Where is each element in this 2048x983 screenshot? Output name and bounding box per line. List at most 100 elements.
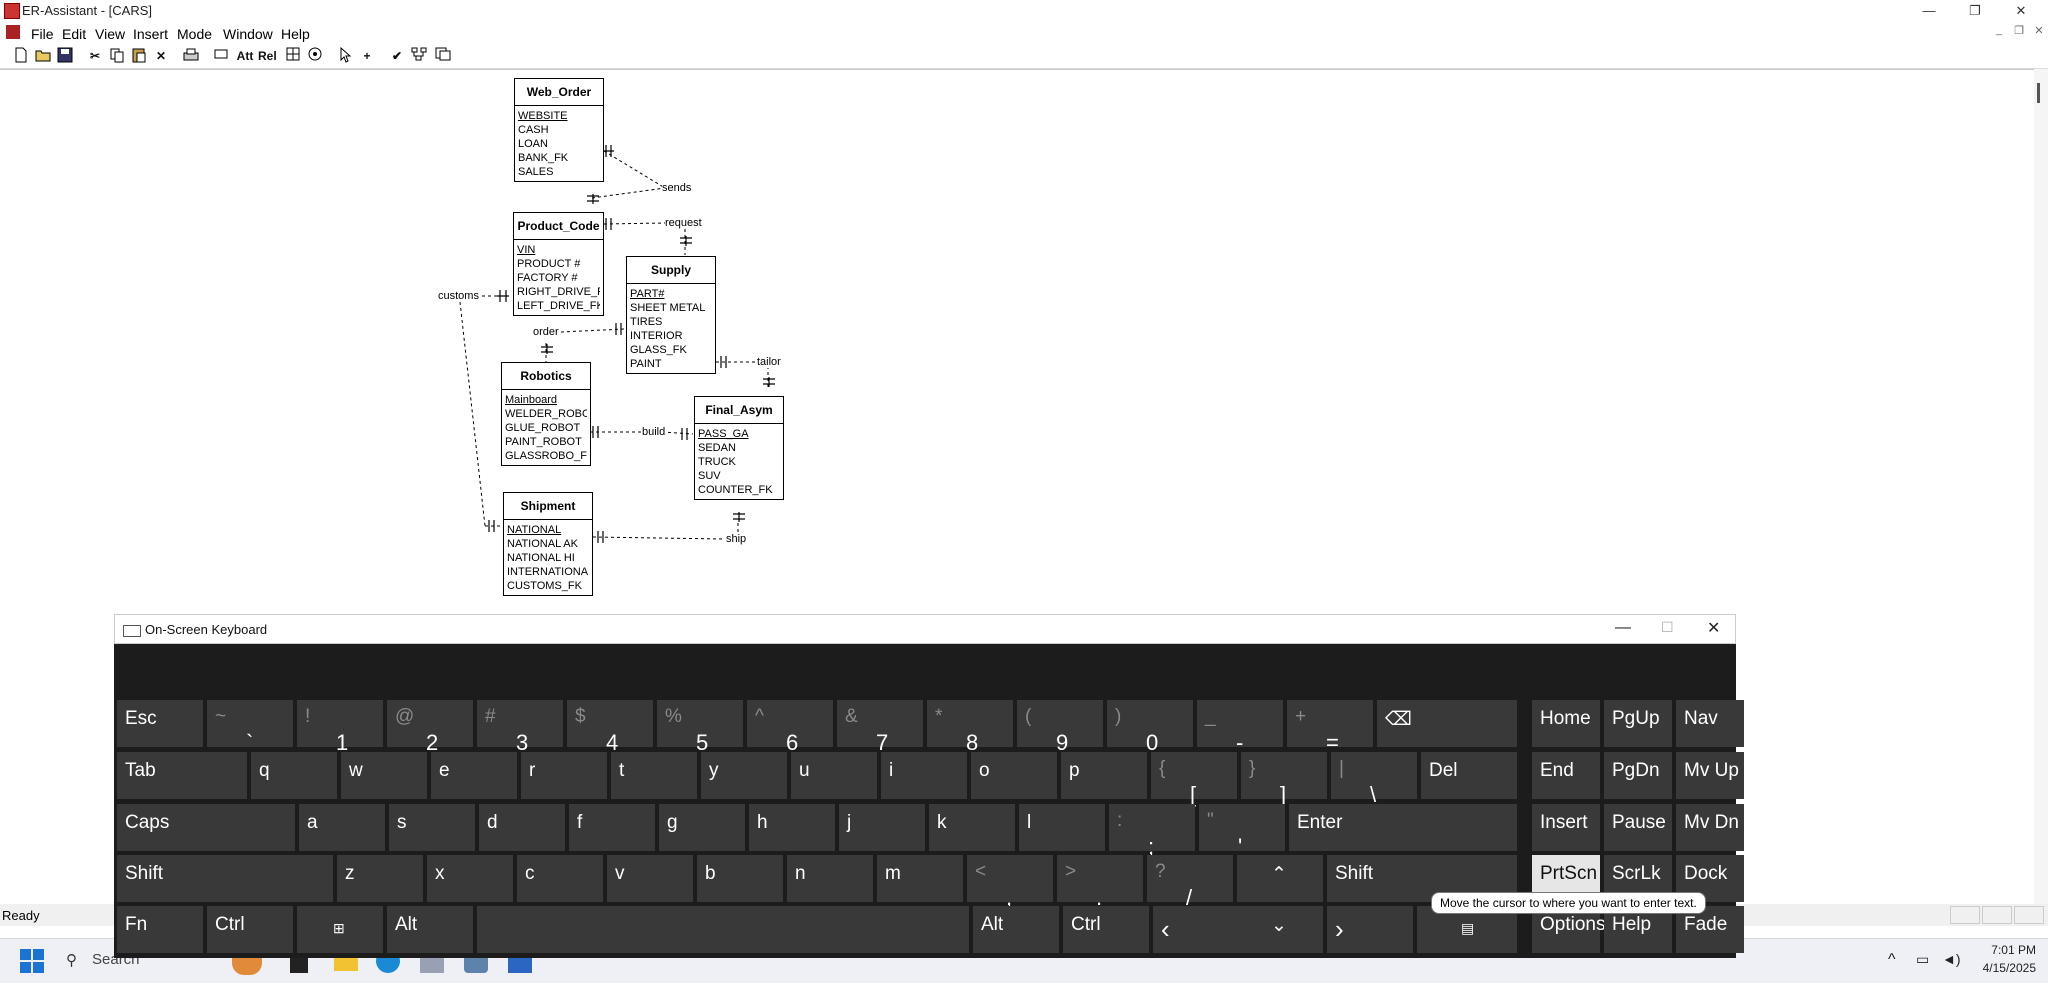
entity-web-order[interactable]: Web_Order WEBSITE CASH LOAN BANK_FK SALE… xyxy=(514,78,604,182)
menu-insert[interactable]: Insert xyxy=(129,24,172,44)
key-ctrl-right[interactable]: Ctrl xyxy=(1063,906,1149,953)
paste-icon[interactable] xyxy=(130,47,148,65)
key-w[interactable]: w xyxy=(341,752,427,799)
clock-time[interactable]: 7:01 PM xyxy=(1966,943,2036,957)
layout-icon[interactable] xyxy=(410,47,428,65)
key-r[interactable]: r xyxy=(521,752,607,799)
minimize-button[interactable]: — xyxy=(1906,0,1952,22)
key-bracket-0[interactable]: {[ xyxy=(1151,752,1237,807)
key-h[interactable]: h xyxy=(749,804,835,851)
key-shift-left[interactable]: Shift xyxy=(117,855,333,902)
key-ctrl-left[interactable]: Ctrl xyxy=(207,906,293,953)
key-d[interactable]: d xyxy=(479,804,565,851)
close-button[interactable]: ✕ xyxy=(1998,0,2044,22)
menu-help[interactable]: Help xyxy=(277,24,314,44)
key-punct-0[interactable]: :; xyxy=(1109,804,1195,859)
key-q[interactable]: q xyxy=(251,752,337,799)
relationship-build[interactable]: build xyxy=(642,426,666,438)
entity-shipment[interactable]: Shipment NATIONAL NATIONAL AK NATIONAL H… xyxy=(503,492,593,596)
cut-icon[interactable]: ✂ xyxy=(86,47,104,65)
pointer-icon[interactable] xyxy=(336,46,354,65)
key-digit-7[interactable]: & 7 xyxy=(837,700,923,755)
key-tab[interactable]: Tab xyxy=(117,752,247,799)
volume-icon[interactable]: ◄) xyxy=(1942,951,1961,967)
copy-icon[interactable] xyxy=(108,47,126,65)
entity-robotics[interactable]: Robotics Mainboard WELDER_ROBOT GLUE_ROB… xyxy=(501,362,591,466)
menu-mode[interactable]: Mode xyxy=(173,24,216,44)
key-mvdn[interactable]: Mv Dn xyxy=(1676,804,1744,851)
relationship-ship[interactable]: ship xyxy=(726,533,747,545)
key-digit-10[interactable]: ) 0 xyxy=(1107,700,1193,755)
attribute-tool-button[interactable]: Att xyxy=(236,47,254,65)
info-tool-icon[interactable] xyxy=(306,47,324,65)
relationship-sends[interactable]: sends xyxy=(662,182,692,194)
mdi-restore-button[interactable]: ❐ xyxy=(2008,24,2030,38)
relationship-request[interactable]: request xyxy=(665,217,702,229)
restore-button[interactable]: ❐ xyxy=(1952,0,1998,22)
key-p[interactable]: p xyxy=(1061,752,1147,799)
entity-tool-icon[interactable] xyxy=(212,47,230,65)
osk-minimize-button[interactable]: — xyxy=(1615,619,1631,637)
key-j[interactable]: j xyxy=(839,804,925,851)
key-digit-8[interactable]: * 8 xyxy=(927,700,1013,755)
key-space[interactable] xyxy=(477,906,969,953)
key-x[interactable]: x xyxy=(427,855,513,902)
save-icon[interactable] xyxy=(56,47,74,65)
key-pause[interactable]: Pause xyxy=(1604,804,1672,851)
key-caps[interactable]: Caps xyxy=(117,804,295,851)
key-l[interactable]: l xyxy=(1019,804,1105,851)
key-alt-right[interactable]: Alt xyxy=(973,906,1059,953)
print-icon[interactable] xyxy=(182,47,200,65)
key-home[interactable]: Home xyxy=(1532,700,1600,747)
report-icon[interactable] xyxy=(434,47,452,65)
key-mvup[interactable]: Mv Up xyxy=(1676,752,1744,799)
key-nav[interactable]: Nav xyxy=(1676,700,1744,747)
menu-edit[interactable]: Edit xyxy=(58,24,90,44)
vertical-scrollbar[interactable] xyxy=(2034,69,2048,904)
key-punct-1[interactable]: " ' xyxy=(1199,804,1285,859)
osk-maximize-button[interactable]: ☐ xyxy=(1661,619,1674,636)
windows-start-icon[interactable] xyxy=(20,949,44,973)
key-bracket-1[interactable]: }] xyxy=(1241,752,1327,807)
key-u[interactable]: u xyxy=(791,752,877,799)
key-digit-0[interactable]: ~ ` xyxy=(207,700,293,755)
relationship-tailor[interactable]: tailor xyxy=(757,356,781,368)
key-digit-2[interactable]: @2 xyxy=(387,700,473,755)
chevron-up-icon[interactable]: ^ xyxy=(1888,951,1896,969)
key-b[interactable]: b xyxy=(697,855,783,902)
key-digit-3[interactable]: #3 xyxy=(477,700,563,755)
key-bracket-2[interactable]: | \ xyxy=(1331,752,1417,807)
key-arrow-right[interactable]: › xyxy=(1327,906,1413,953)
scrollbar-thumb[interactable] xyxy=(2037,83,2040,103)
key-arrow-up[interactable]: ⌃ xyxy=(1237,855,1323,902)
relationship-order[interactable]: order xyxy=(533,326,559,338)
key-arrow-left[interactable]: ‹ xyxy=(1153,906,1239,953)
mdi-close-button[interactable]: ✕ xyxy=(2028,24,2048,38)
key-enter[interactable]: Enter xyxy=(1289,804,1517,851)
key-f[interactable]: f xyxy=(569,804,655,851)
key-windows[interactable]: ⊞ xyxy=(297,906,383,953)
key-del[interactable]: Del xyxy=(1421,752,1517,799)
key-digit-4[interactable]: $4 xyxy=(567,700,653,755)
key-pgdn[interactable]: PgDn xyxy=(1604,752,1672,799)
new-icon[interactable] xyxy=(12,47,30,65)
key-sym-0[interactable]: <, xyxy=(967,855,1053,910)
key-insert[interactable]: Insert xyxy=(1532,804,1600,851)
key-sym-1[interactable]: >. xyxy=(1057,855,1143,910)
key-c[interactable]: c xyxy=(517,855,603,902)
key-n[interactable]: n xyxy=(787,855,873,902)
menu-view[interactable]: View xyxy=(91,24,129,44)
entity-supply[interactable]: Supply PART# SHEET METAL TIRES INTERIOR … xyxy=(626,256,716,374)
key-digit-6[interactable]: ^ 6 xyxy=(747,700,833,755)
clock-date[interactable]: 4/15/2025 xyxy=(1966,961,2036,975)
open-icon[interactable] xyxy=(34,47,52,65)
key-i[interactable]: i xyxy=(881,752,967,799)
key-pgup[interactable]: PgUp xyxy=(1604,700,1672,747)
delete-icon[interactable]: ✕ xyxy=(152,47,170,65)
key-t[interactable]: t xyxy=(611,752,697,799)
key-m[interactable]: m xyxy=(877,855,963,902)
key-digit-11[interactable]: _ - xyxy=(1197,700,1283,755)
key-digit-9[interactable]: (9 xyxy=(1017,700,1103,755)
key-z[interactable]: z xyxy=(337,855,423,902)
key-y[interactable]: y xyxy=(701,752,787,799)
